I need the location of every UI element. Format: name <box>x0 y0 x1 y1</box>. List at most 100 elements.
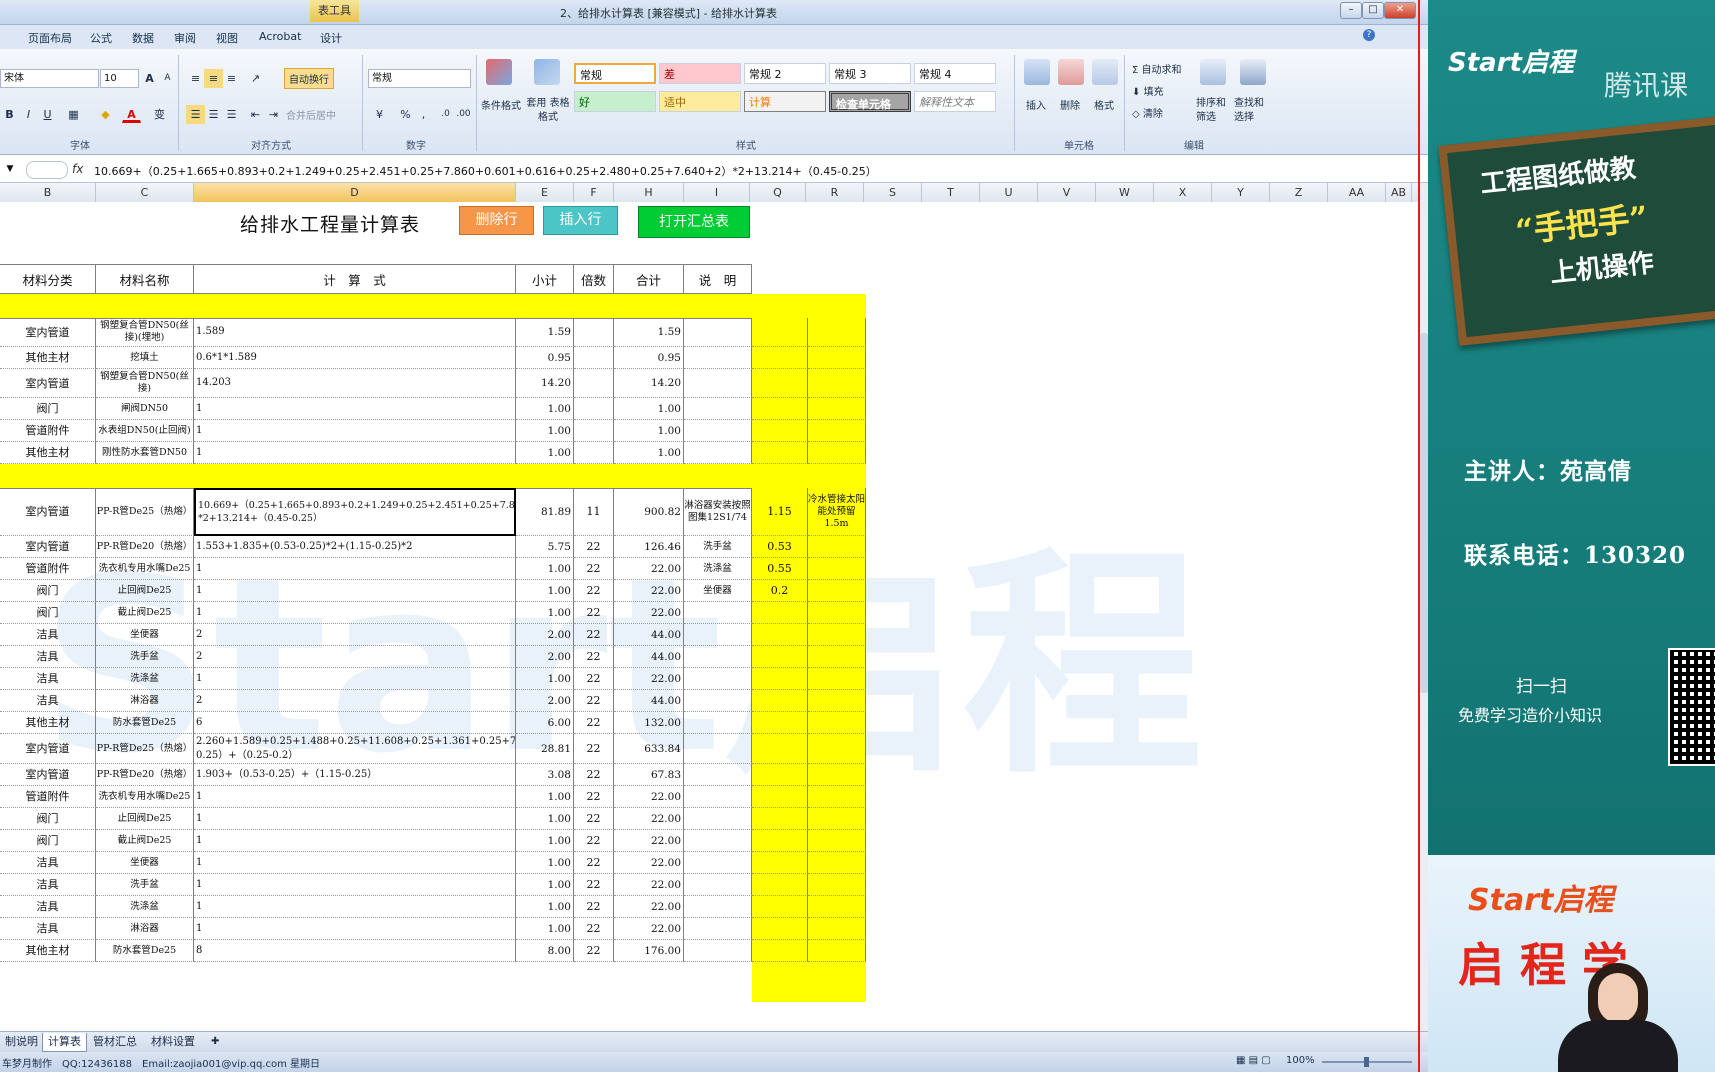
cell-formula[interactable]: 1 <box>194 668 516 690</box>
cell-mult[interactable]: 22 <box>574 830 614 852</box>
cell-sub[interactable]: 1.00 <box>516 830 574 852</box>
cell-r[interactable] <box>808 808 866 830</box>
table-format-icon[interactable] <box>534 59 560 85</box>
decrease-indent-icon[interactable]: ⇤ <box>246 105 265 124</box>
cell-total[interactable]: 22.00 <box>614 852 684 874</box>
cell-q[interactable] <box>752 764 808 786</box>
cell-sub[interactable]: 3.08 <box>516 764 574 786</box>
cell-mult[interactable]: 22 <box>574 668 614 690</box>
sheet-tab-material-settings[interactable]: 材料设置 <box>146 1033 200 1051</box>
cell-formula[interactable]: 1 <box>194 918 516 940</box>
cell-formula[interactable]: 1 <box>194 398 516 420</box>
align-right-icon[interactable]: ☰ <box>222 105 241 124</box>
cell-formula[interactable]: 1 <box>194 896 516 918</box>
percent-button[interactable]: % <box>396 105 415 124</box>
grow-font-button[interactable]: A <box>140 69 159 88</box>
cell-mult[interactable] <box>574 420 614 442</box>
cell-mult[interactable] <box>574 398 614 420</box>
column-header[interactable]: H <box>614 183 684 202</box>
cell-name[interactable]: 钢塑复合管DN50(丝接) <box>96 369 194 398</box>
cell-sub[interactable]: 81.89 <box>516 488 574 536</box>
style-normal-4[interactable]: 常规 4 <box>914 63 996 84</box>
cell-r[interactable] <box>808 786 866 808</box>
cell-q[interactable] <box>752 830 808 852</box>
cell-sub[interactable]: 0.95 <box>516 347 574 369</box>
cell-cat[interactable]: 阀门 <box>0 580 96 602</box>
column-header[interactable]: S <box>864 183 922 202</box>
cell-cat[interactable]: 室内管道 <box>0 536 96 558</box>
cell-mult[interactable]: 22 <box>574 940 614 962</box>
column-header[interactable]: AB <box>1386 183 1412 202</box>
table-row[interactable]: 洁具 淋浴器 2 2.00 22 44.00 <box>0 690 866 712</box>
cell-total[interactable]: 22.00 <box>614 786 684 808</box>
cell-note[interactable] <box>684 764 752 786</box>
cell-note[interactable] <box>684 442 752 464</box>
cell-r[interactable] <box>808 442 866 464</box>
cell-name[interactable]: 挖填土 <box>96 347 194 369</box>
cell-name[interactable]: 洗手盆 <box>96 646 194 668</box>
cell-name[interactable]: PP-R管De25（热熔） <box>96 734 194 764</box>
tab-page-layout[interactable]: 页面布局 <box>28 30 72 46</box>
insert-cells-icon[interactable] <box>1024 59 1050 85</box>
cell-name[interactable]: 止回阀De25 <box>96 580 194 602</box>
align-top-icon[interactable]: ≡ <box>186 69 205 88</box>
cell-formula[interactable]: 1 <box>194 830 516 852</box>
delete-row-button[interactable]: 删除行 <box>459 206 534 235</box>
cell-note[interactable] <box>684 369 752 398</box>
insert-row-button[interactable]: 插入行 <box>543 206 618 235</box>
cell-cat[interactable]: 管道附件 <box>0 420 96 442</box>
cell-note[interactable] <box>684 347 752 369</box>
cell-note[interactable] <box>684 420 752 442</box>
cell-cat[interactable]: 洁具 <box>0 668 96 690</box>
cell-cat[interactable]: 室内管道 <box>0 734 96 764</box>
cell-r[interactable] <box>808 369 866 398</box>
cell-name[interactable]: 截止阀De25 <box>96 830 194 852</box>
align-center-icon[interactable]: ☰ <box>204 105 223 124</box>
cell-name[interactable]: 防水套管De25 <box>96 940 194 962</box>
cell-name[interactable]: 坐便器 <box>96 624 194 646</box>
cell-total[interactable]: 176.00 <box>614 940 684 962</box>
cell-cat[interactable]: 室内管道 <box>0 488 96 536</box>
border-icon[interactable]: ▦ <box>64 105 83 124</box>
cell-sub[interactable]: 1.00 <box>516 398 574 420</box>
context-tab-table-tools[interactable]: 表工具 <box>310 0 359 22</box>
cell-cat[interactable]: 洁具 <box>0 852 96 874</box>
wrap-text-button[interactable]: 自动换行 <box>284 68 334 89</box>
cell-sub[interactable]: 2.00 <box>516 646 574 668</box>
cell-total[interactable]: 22.00 <box>614 830 684 852</box>
cell-mult[interactable] <box>574 369 614 398</box>
column-header[interactable]: V <box>1038 183 1096 202</box>
table-row[interactable]: 阀门 截止阀De25 1 1.00 22 22.00 <box>0 602 866 624</box>
cell-mult[interactable]: 22 <box>574 852 614 874</box>
cell-note[interactable] <box>684 734 752 764</box>
style-neutral[interactable]: 适中 <box>659 91 741 112</box>
delete-cells-icon[interactable] <box>1058 59 1084 85</box>
increase-decimal-icon[interactable]: .0 <box>436 105 455 124</box>
cell-q[interactable] <box>752 646 808 668</box>
cell-total[interactable]: 22.00 <box>614 668 684 690</box>
cell-mult[interactable]: 22 <box>574 690 614 712</box>
table-row[interactable]: 室内管道 PP-R管De25（热熔） 2.260+1.589+0.25+1.488+… <box>0 734 866 764</box>
cell-q[interactable] <box>752 420 808 442</box>
cell-sub[interactable]: 6.00 <box>516 712 574 734</box>
table-row[interactable]: 阀门 闸阀DN50 1 1.00 1.00 <box>0 398 866 420</box>
cell-cat[interactable]: 洁具 <box>0 918 96 940</box>
cell-formula[interactable]: 2.260+1.589+0.25+1.488+0.25+11.608+0.25+… <box>194 734 516 764</box>
cell-cat[interactable]: 洁具 <box>0 690 96 712</box>
cell-sub[interactable]: 1.00 <box>516 558 574 580</box>
close-button[interactable]: ✕ <box>1384 2 1416 19</box>
cell-sub[interactable]: 1.00 <box>516 602 574 624</box>
insert-button[interactable]: 插入 <box>1026 97 1046 112</box>
cell-total[interactable]: 633.84 <box>614 734 684 764</box>
cell-r[interactable] <box>808 668 866 690</box>
cell-formula[interactable]: 0.6*1*1.589 <box>194 347 516 369</box>
cell-name[interactable]: 刚性防水套管DN50 <box>96 442 194 464</box>
cell-note[interactable] <box>684 624 752 646</box>
cell-cat[interactable]: 其他主材 <box>0 712 96 734</box>
cell-name[interactable]: 水表组DN50(止回阀) <box>96 420 194 442</box>
pinyin-button[interactable]: 变 <box>150 105 169 124</box>
cell-sub[interactable]: 1.00 <box>516 420 574 442</box>
cell-formula[interactable]: 2 <box>194 646 516 668</box>
cell-q[interactable]: 0.2 <box>752 580 808 602</box>
table-row[interactable]: 洁具 洗手盆 1 1.00 22 22.00 <box>0 874 866 896</box>
